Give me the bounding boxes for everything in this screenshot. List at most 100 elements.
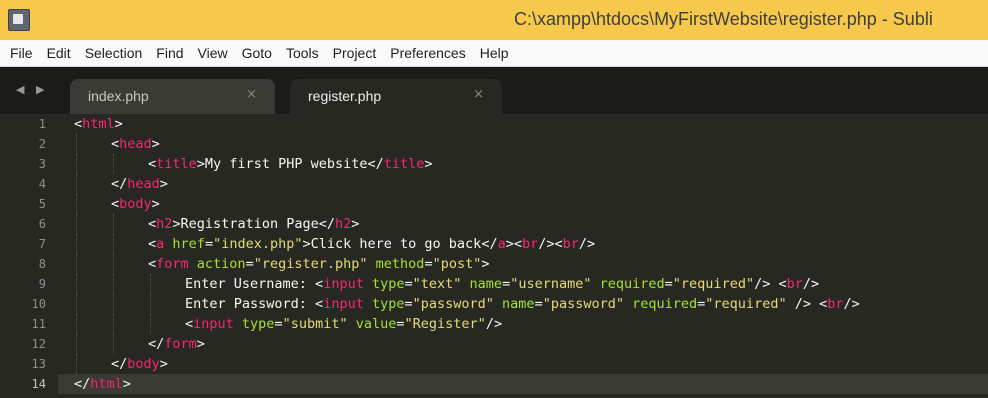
- punctuation: =: [204, 236, 214, 252]
- tab-bar: ◀ ▶ index.php × register.php ×: [0, 67, 988, 114]
- text-content: [348, 316, 356, 332]
- indent-guide: [76, 354, 77, 374]
- code-line[interactable]: < a href="index.php">Click here to go bac…: [148, 234, 595, 254]
- indent-guide: [113, 154, 114, 174]
- punctuation: >: [196, 336, 205, 352]
- punctuation: <: [74, 116, 83, 132]
- indent-guide: [76, 234, 77, 254]
- indent-guide: [76, 314, 77, 334]
- tag-name: title: [156, 156, 197, 172]
- attribute-name: value: [355, 316, 397, 332]
- tab-nav-arrows-icon[interactable]: ◀ ▶: [16, 83, 48, 96]
- indent-guide: [76, 174, 77, 194]
- tag-name: br: [786, 276, 803, 292]
- punctuation: <: [111, 196, 120, 212]
- text-content: [234, 316, 242, 332]
- punctuation: <: [148, 216, 157, 232]
- code-line[interactable]: </body>: [111, 354, 168, 374]
- menu-project[interactable]: Project: [326, 45, 384, 61]
- line-number: 14: [31, 377, 46, 391]
- code-line[interactable]: <h2>Registration Page</h2>: [148, 214, 359, 234]
- code-line[interactable]: <title>My first PHP website</title>: [148, 154, 433, 174]
- punctuation: />: [843, 296, 860, 312]
- punctuation: /><: [538, 236, 563, 252]
- code-line[interactable]: Enter Username: <input type="text" name=…: [185, 274, 819, 294]
- punctuation: <: [185, 316, 194, 332]
- menu-view[interactable]: View: [191, 45, 235, 61]
- attribute-name: name: [469, 276, 503, 292]
- code-line[interactable]: <form action="register.php" method="post…: [148, 254, 490, 274]
- attribute-value: "password": [542, 296, 624, 312]
- code-line[interactable]: <html>: [74, 114, 123, 134]
- indent-guide: [113, 234, 114, 254]
- line-number: 13: [31, 357, 46, 371]
- text-content: [461, 276, 469, 292]
- tag-name: br: [827, 296, 844, 312]
- punctuation: </: [111, 176, 128, 192]
- editor-window: C:\xampp\htdocs\MyFirstWebsite\register.…: [0, 0, 988, 398]
- attribute-value: "register.php": [253, 256, 368, 272]
- indent-guide: [76, 214, 77, 234]
- punctuation: </: [481, 236, 498, 252]
- tag-name: a: [497, 236, 506, 252]
- tag-name: html: [90, 376, 123, 392]
- menu-preferences[interactable]: Preferences: [383, 45, 472, 61]
- tag-name: head: [119, 136, 152, 152]
- code-line[interactable]: Enter Password: <input type="password" n…: [185, 294, 860, 314]
- punctuation: </: [367, 156, 384, 172]
- punctuation: =: [396, 316, 405, 332]
- line-number: 8: [38, 257, 46, 271]
- line-number-gutter: 1 2 3 4 5 6 7 8 9 10 11 12 13 14: [0, 114, 58, 398]
- menu-file[interactable]: File: [0, 45, 40, 61]
- tag-name: form: [164, 336, 197, 352]
- indent-guide: [113, 274, 114, 294]
- menu-tools[interactable]: Tools: [279, 45, 326, 61]
- tab-register-php[interactable]: register.php ×: [290, 79, 502, 114]
- title-bar[interactable]: C:\xampp\htdocs\MyFirstWebsite\register.…: [0, 0, 988, 41]
- punctuation: >: [122, 376, 131, 392]
- line-number: 3: [38, 157, 46, 171]
- menu-selection[interactable]: Selection: [78, 45, 150, 61]
- tab-close-icon[interactable]: ×: [473, 87, 484, 102]
- punctuation: <: [315, 276, 324, 292]
- line-number: 2: [38, 137, 46, 151]
- code-line[interactable]: </form>: [148, 334, 205, 354]
- punctuation: >: [196, 156, 205, 172]
- text-content: [364, 296, 372, 312]
- tag-name: head: [127, 176, 160, 192]
- indent-guide: [150, 314, 151, 334]
- menu-find[interactable]: Find: [149, 45, 190, 61]
- menu-edit[interactable]: Edit: [40, 45, 78, 61]
- line-number: 5: [38, 197, 46, 211]
- attribute-value: "post": [432, 256, 482, 272]
- code-line[interactable]: <body>: [111, 194, 160, 214]
- line-number: 10: [31, 297, 46, 311]
- tab-close-icon[interactable]: ×: [246, 87, 257, 102]
- line-number: 1: [38, 117, 46, 131]
- code-line[interactable]: <head>: [111, 134, 160, 154]
- punctuation: >: [172, 216, 181, 232]
- text-content: [189, 256, 197, 272]
- punctuation: />: [485, 316, 503, 332]
- code-line[interactable]: </head>: [111, 174, 168, 194]
- punctuation: />: [578, 236, 596, 252]
- punctuation: />: [802, 276, 820, 292]
- text-content: Registration Page: [180, 216, 319, 232]
- attribute-name: name: [502, 296, 535, 312]
- tab-label: index.php: [88, 88, 149, 104]
- punctuation: =: [534, 296, 543, 312]
- indent-guide: [76, 334, 77, 354]
- tag-name: body: [119, 196, 152, 212]
- tab-index-php[interactable]: index.php ×: [70, 79, 275, 114]
- code-line[interactable]: </html>: [74, 374, 131, 394]
- code-line[interactable]: <input type="submit" value="Register"/>: [185, 314, 502, 334]
- line-number: 9: [38, 277, 46, 291]
- code-editor[interactable]: 1 2 3 4 5 6 7 8 9 10 11 12 13 14 <html> <head> <title>M…: [0, 114, 988, 398]
- text-content: Click here to go back: [310, 236, 482, 252]
- menu-help[interactable]: Help: [473, 45, 516, 61]
- line-number: 7: [38, 237, 46, 251]
- tag-name: h2: [156, 216, 173, 232]
- punctuation: =: [424, 256, 433, 272]
- line-number: 12: [31, 337, 46, 351]
- menu-goto[interactable]: Goto: [235, 45, 279, 61]
